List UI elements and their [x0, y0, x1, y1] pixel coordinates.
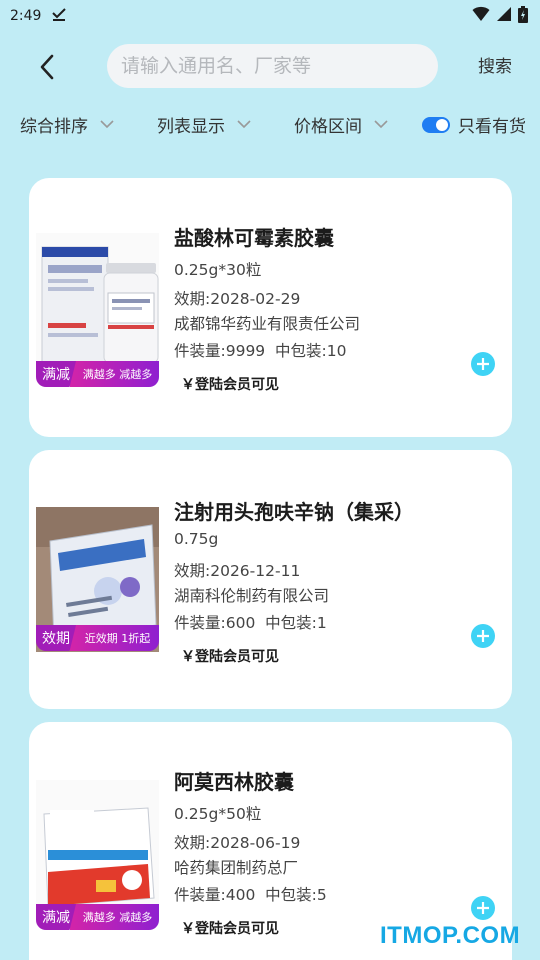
product-pack-info: 件装量:400 中包装:5: [174, 886, 327, 904]
product-card[interactable]: 效期 近效期 1折起 注射用头孢呋辛钠（集采） 0.75g 效期:2026-12…: [29, 450, 512, 709]
chevron-left-icon: [40, 54, 54, 80]
product-spec: 0.75g: [174, 530, 219, 548]
price-range-filter-label: 价格区间: [294, 117, 362, 137]
promo-badge: 满减 满越多 减越多: [36, 361, 159, 387]
promo-tag: 效期: [36, 625, 76, 651]
filter-bar: 综合排序 列表显示 价格区间 只看有货: [0, 108, 540, 142]
product-name: 阿莫西林胶囊: [174, 770, 294, 794]
product-name: 注射用头孢呋辛钠（集采）: [174, 500, 414, 524]
product-price: ￥登陆会员可见: [181, 377, 279, 393]
status-bar: 2:49: [0, 0, 540, 32]
promo-text: 近效期 1折起: [70, 625, 159, 651]
display-filter[interactable]: 列表显示: [157, 112, 251, 137]
product-price: ￥登陆会员可见: [181, 921, 279, 937]
sort-filter[interactable]: 综合排序: [20, 112, 114, 137]
product-card[interactable]: 满减 满越多 减越多 盐酸林可霉素胶囊 0.25g*30粒 效期:2028-02…: [29, 178, 512, 437]
search-input[interactable]: [121, 55, 438, 77]
plus-icon: [477, 630, 489, 642]
sort-filter-label: 综合排序: [20, 117, 88, 137]
chevron-down-icon: [100, 120, 114, 129]
status-time: 2:49: [10, 8, 42, 24]
product-price: ￥登陆会员可见: [181, 649, 279, 665]
display-filter-label: 列表显示: [157, 117, 225, 137]
product-image: [36, 233, 159, 378]
plus-icon: [477, 902, 489, 914]
search-box[interactable]: [107, 44, 438, 88]
wifi-icon: [472, 6, 490, 26]
back-button[interactable]: [30, 50, 64, 84]
product-expiry: 效期:2028-02-29: [174, 290, 301, 308]
price-range-filter[interactable]: 价格区间: [294, 112, 388, 137]
promo-tag: 满减: [36, 361, 76, 387]
header: 搜索: [0, 38, 540, 94]
promo-badge: 满减 满越多 减越多: [36, 904, 159, 930]
chevron-down-icon: [374, 120, 388, 129]
signal-icon: [496, 6, 512, 26]
product-expiry: 效期:2026-12-11: [174, 562, 301, 580]
promo-text: 满越多 减越多: [70, 361, 159, 387]
in-stock-switch[interactable]: [422, 116, 450, 133]
plus-icon: [477, 358, 489, 370]
product-manufacturer: 哈药集团制药总厂: [174, 859, 299, 877]
chevron-down-icon: [237, 120, 251, 129]
product-pack-info: 件装量:9999 中包装:10: [174, 342, 347, 360]
add-to-cart-button[interactable]: [471, 896, 495, 920]
promo-tag: 满减: [36, 904, 76, 930]
search-button[interactable]: 搜索: [478, 52, 512, 77]
product-pack-info: 件装量:600 中包装:1: [174, 614, 327, 632]
product-name: 盐酸林可霉素胶囊: [174, 226, 334, 250]
product-spec: 0.25g*30粒: [174, 261, 262, 279]
product-spec: 0.25g*50粒: [174, 805, 262, 823]
product-expiry: 效期:2028-06-19: [174, 834, 301, 852]
download-done-icon: [51, 6, 67, 26]
promo-text: 满越多 减越多: [70, 904, 159, 930]
product-manufacturer: 成都锦华药业有限责任公司: [174, 315, 361, 333]
in-stock-toggle[interactable]: 只看有货: [422, 112, 526, 137]
battery-icon: [518, 5, 528, 27]
watermark-logo: ITMOP.COM: [380, 922, 521, 949]
add-to-cart-button[interactable]: [471, 352, 495, 376]
product-manufacturer: 湖南科伦制药有限公司: [174, 587, 330, 605]
add-to-cart-button[interactable]: [471, 624, 495, 648]
promo-badge: 效期 近效期 1折起: [36, 625, 159, 651]
in-stock-label: 只看有货: [458, 117, 526, 137]
